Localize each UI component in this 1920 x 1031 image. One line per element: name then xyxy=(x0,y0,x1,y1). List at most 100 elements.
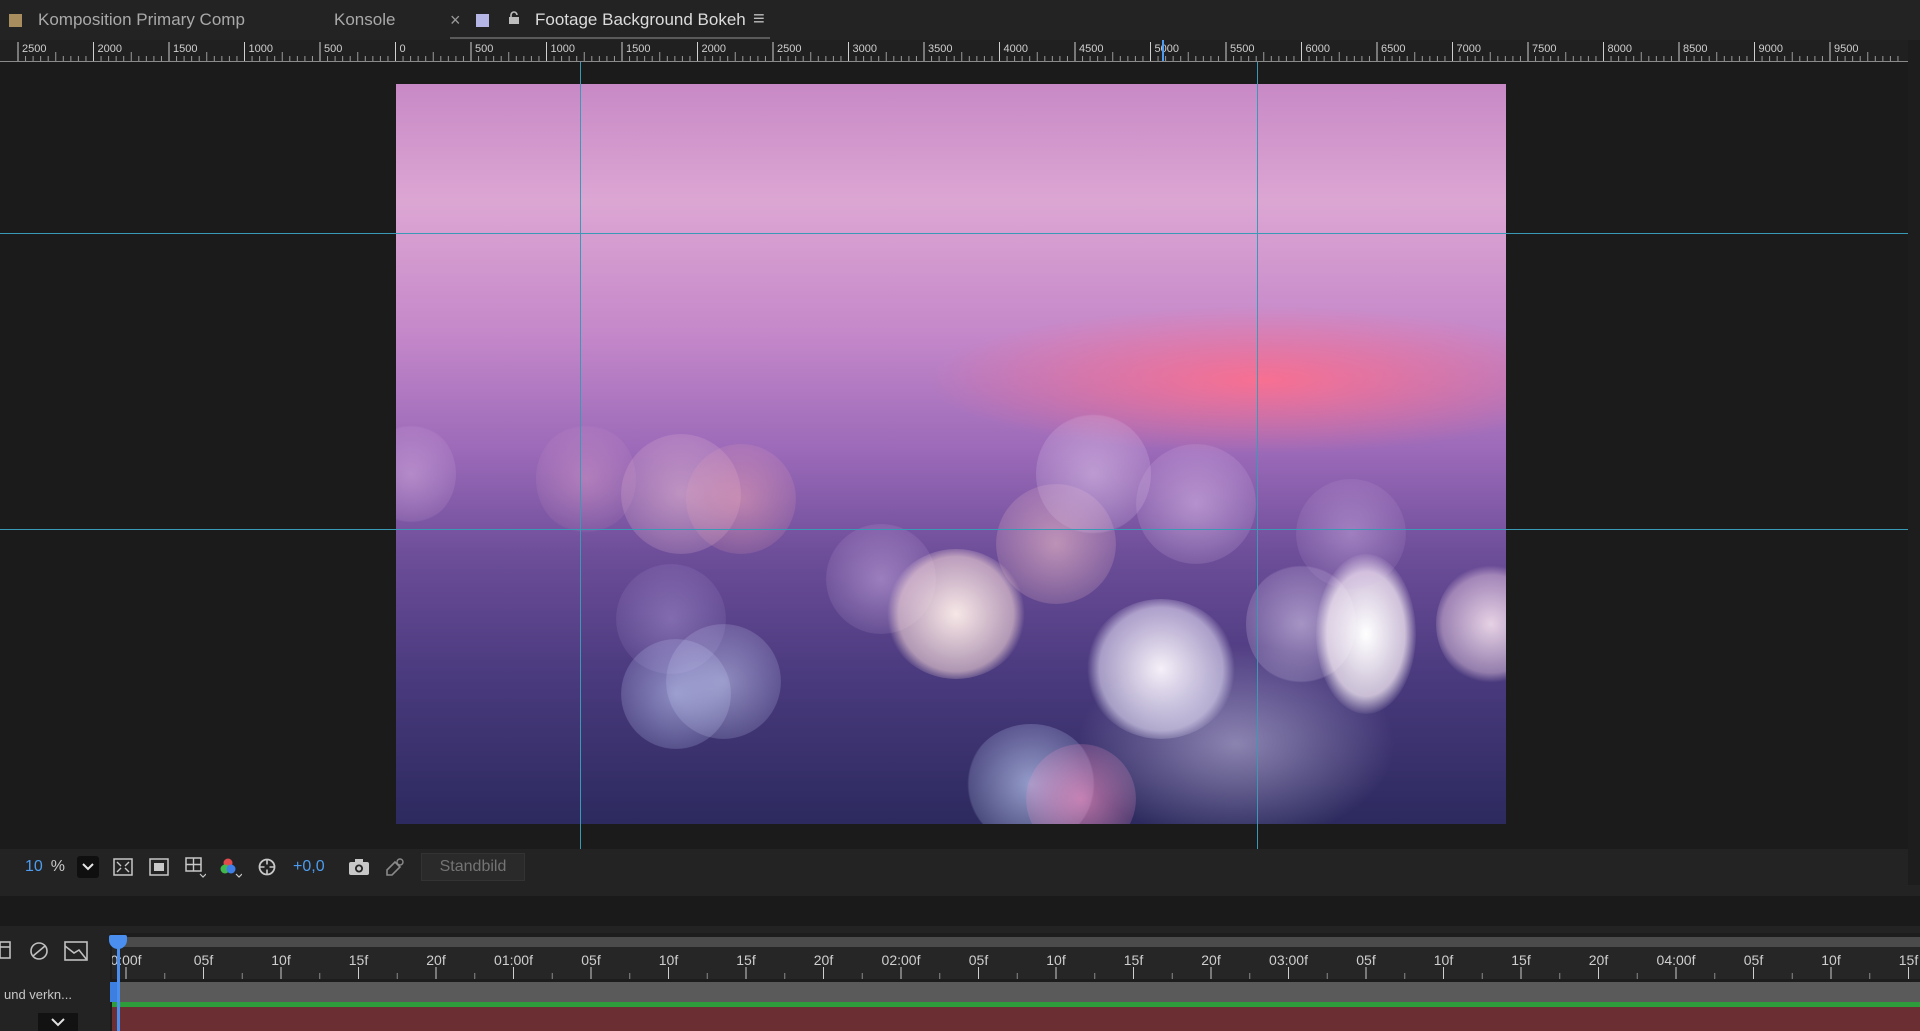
ruler-label: 8000 xyxy=(1608,43,1632,55)
bokeh-light xyxy=(536,424,636,534)
timeline-label: 03:00f xyxy=(1269,952,1308,968)
layer-clip-bar[interactable] xyxy=(112,1007,1920,1031)
timeline-label: 05f xyxy=(1356,952,1376,968)
ruler-label: 500 xyxy=(324,43,342,55)
timeline-header-gap xyxy=(0,896,1920,926)
render-queue-icon[interactable] xyxy=(0,940,14,966)
bokeh-light xyxy=(686,444,796,554)
ruler-ticks: 2500 2000 1500 1000 500 0 500 1000 1500 2000 2500 3… xyxy=(17,40,1899,61)
ruler-label: 9500 xyxy=(1834,43,1858,55)
show-snapshot-icon[interactable] xyxy=(383,855,407,879)
ruler-label: 3500 xyxy=(928,43,952,55)
timeline-label: 02:00f xyxy=(882,952,921,968)
timeline-label: 20f xyxy=(1201,952,1221,968)
camera-snapshot-icon[interactable] xyxy=(347,855,371,879)
graph-editor-icon[interactable] xyxy=(63,940,89,968)
grid-guides-icon[interactable] xyxy=(183,855,207,879)
bokeh-light xyxy=(666,624,781,739)
tab-footage-label: Footage Background Bokeh xyxy=(535,10,746,29)
ruler-label: 9000 xyxy=(1759,43,1783,55)
timeline-label: 04:00f xyxy=(1657,952,1696,968)
viewer-toolbar: 10 % +0,0 Standbild xyxy=(0,849,1908,885)
timeline-label: 10f xyxy=(1434,952,1454,968)
layer-label: und verkn... xyxy=(4,987,72,1002)
timeline-label: 15f xyxy=(1511,952,1531,968)
tab-console[interactable]: Konsole xyxy=(334,0,395,40)
ruler-label: 2500 xyxy=(22,43,46,55)
ruler-label: 2000 xyxy=(98,43,122,55)
horizontal-ruler[interactable]: 2500 2000 1500 1000 500 0 500 1000 1500 2000 2500 3… xyxy=(0,40,1908,62)
zoom-percent-sign: % xyxy=(50,858,66,875)
chevron-down-icon[interactable] xyxy=(38,1013,78,1031)
current-time-indicator[interactable] xyxy=(117,940,120,1031)
bokeh-light xyxy=(1136,444,1256,564)
guide-vertical-2[interactable] xyxy=(1257,62,1258,849)
zoom-dropdown-icon[interactable] xyxy=(77,856,100,878)
timeline-time-ruler[interactable]: 0:00f 05f 10f 15f 20f 01:00f 05f 10f 15f 20f 02:00… xyxy=(112,937,1920,979)
timeline-label: 10f xyxy=(1821,952,1841,968)
bokeh-light xyxy=(1436,564,1506,684)
timeline-label: 20f xyxy=(814,952,834,968)
ruler-label: 8500 xyxy=(1683,43,1707,55)
timeline-track-row[interactable] xyxy=(112,982,1920,1002)
guide-horizontal-1[interactable] xyxy=(0,233,1908,234)
timeline-label: 10f xyxy=(659,952,679,968)
reset-exposure-icon[interactable] xyxy=(255,855,279,879)
ruler-label: 1500 xyxy=(626,43,650,55)
tab-console-label: Konsole xyxy=(334,10,396,29)
timeline-label: 05f xyxy=(194,952,214,968)
ruler-label: 2000 xyxy=(702,43,726,55)
ruler-label: 4000 xyxy=(1004,43,1028,55)
guide-horizontal-2[interactable] xyxy=(0,529,1908,530)
ruler-label: 1000 xyxy=(551,43,575,55)
tab-composition[interactable]: Komposition Primary Comp xyxy=(9,0,245,40)
color-channels-icon[interactable] xyxy=(219,855,243,879)
ruler-label: 1000 xyxy=(249,43,273,55)
timeline-label: 05f xyxy=(581,952,601,968)
footage-color-swatch xyxy=(476,13,489,27)
timeline-label: 15f xyxy=(1899,952,1919,968)
bokeh-light xyxy=(1036,414,1151,534)
fit-to-viewer-icon[interactable] xyxy=(111,855,135,879)
motion-blur-icon[interactable] xyxy=(27,940,51,968)
footage-viewer[interactable] xyxy=(0,62,1908,849)
timeline-label: 15f xyxy=(736,952,756,968)
composition-color-swatch xyxy=(9,13,22,27)
ruler-label: 0 xyxy=(400,43,406,55)
ruler-label: 6000 xyxy=(1306,43,1330,55)
timeline-label: 05f xyxy=(969,952,989,968)
ruler-label: 5500 xyxy=(1230,43,1254,55)
ruler-label: 4500 xyxy=(1079,43,1103,55)
active-tab-indicator xyxy=(450,37,770,39)
tab-composition-label: Komposition Primary Comp xyxy=(38,10,245,29)
bokeh-light xyxy=(1296,479,1406,589)
ruler-label: 500 xyxy=(475,43,493,55)
timeline-label: 15f xyxy=(349,952,369,968)
timeline-label: 01:00f xyxy=(494,952,533,968)
exposure-value[interactable]: +0,0 xyxy=(293,858,325,876)
lock-icon[interactable] xyxy=(507,11,521,29)
timeline-label: 20f xyxy=(1589,952,1609,968)
ruler-label: 2500 xyxy=(777,43,801,55)
timeline-ticks: 0:00f 05f 10f 15f 20f 01:00f 05f 10f 15f 20f 02:00… xyxy=(112,952,1919,979)
panel-tab-bar: Komposition Primary Comp Konsole × Foota… xyxy=(0,0,1920,40)
panel-menu-icon[interactable]: ≡ xyxy=(753,8,765,31)
title-action-safe-icon[interactable] xyxy=(147,855,171,879)
timeline-label: 20f xyxy=(426,952,446,968)
zoom-value[interactable]: 10 xyxy=(25,858,43,876)
timeline-label: 10f xyxy=(271,952,291,968)
bokeh-light xyxy=(396,424,456,524)
close-tab-icon[interactable]: × xyxy=(450,0,461,40)
footage-image xyxy=(396,84,1506,824)
ruler-label: 1500 xyxy=(173,43,197,55)
timeline-label: 05f xyxy=(1744,952,1764,968)
ruler-label: 7000 xyxy=(1457,43,1481,55)
tab-footage[interactable]: Footage Background Bokeh xyxy=(476,0,746,40)
standbild-button[interactable]: Standbild xyxy=(420,853,526,881)
ruler-label: 6500 xyxy=(1381,43,1405,55)
timeline-label: 15f xyxy=(1124,952,1144,968)
ruler-label: 7500 xyxy=(1532,43,1556,55)
ruler-label: 3000 xyxy=(853,43,877,55)
guide-vertical-1[interactable] xyxy=(580,62,581,849)
timeline-label: 10f xyxy=(1046,952,1066,968)
